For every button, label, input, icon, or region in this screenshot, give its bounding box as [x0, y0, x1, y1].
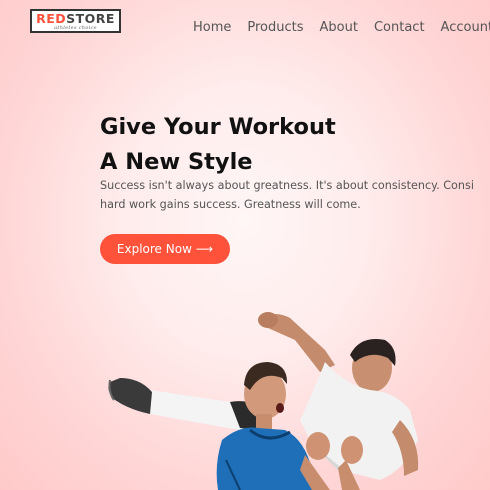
athletes-image — [108, 312, 419, 490]
